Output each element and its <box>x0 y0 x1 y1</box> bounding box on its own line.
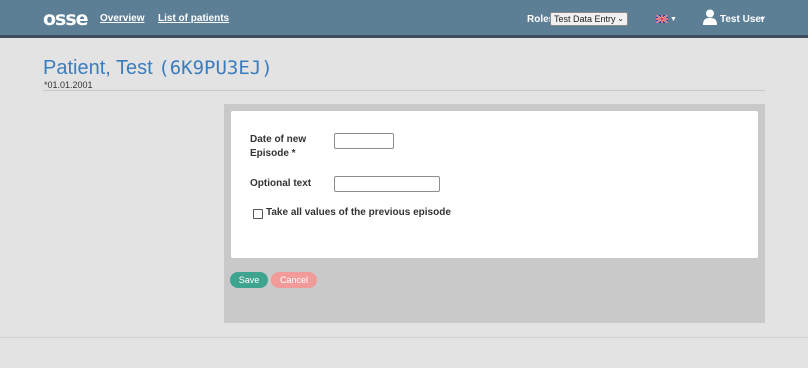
date-of-new-episode-label: Date of new Episode * <box>250 133 306 161</box>
optional-text-label: Optional text <box>250 178 312 189</box>
take-previous-values-label[interactable]: Take all values of the previous episode <box>266 207 451 218</box>
page-title: Patient, Test (6K9PU3EJ) <box>43 56 273 80</box>
roles-select[interactable]: Test Data Entry ⌄ <box>550 12 628 26</box>
nav-list-of-patients-link[interactable]: List of patients <box>158 13 229 24</box>
footer-divider <box>0 337 808 338</box>
date-label-line2: Episode * <box>250 148 296 159</box>
save-button[interactable]: Save <box>230 272 268 288</box>
uk-flag-icon[interactable] <box>656 15 668 23</box>
header-divider <box>43 90 765 91</box>
app-logo[interactable]: osse <box>43 9 89 29</box>
patient-name: Patient, Test <box>43 57 153 79</box>
roles-select-value: Test Data Entry <box>554 14 616 24</box>
language-caret-icon[interactable]: ▼ <box>670 16 677 23</box>
cancel-button[interactable]: Cancel <box>271 272 317 288</box>
user-icon[interactable] <box>703 9 717 25</box>
nav-overview-link[interactable]: Overview <box>100 13 144 24</box>
user-menu-caret-icon[interactable]: ▼ <box>759 16 766 23</box>
take-previous-values-checkbox[interactable] <box>253 209 263 219</box>
patient-id: (6K9PU3EJ) <box>158 57 273 79</box>
top-navbar: osse Overview List of patients Roles Tes… <box>0 0 808 38</box>
optional-text-input[interactable] <box>334 176 440 192</box>
date-label-line1: Date of new <box>250 134 307 145</box>
patient-birthdate: *01.01.2001 <box>44 80 93 90</box>
date-of-new-episode-input[interactable] <box>334 133 394 149</box>
chevron-down-icon: ⌄ <box>617 14 624 23</box>
